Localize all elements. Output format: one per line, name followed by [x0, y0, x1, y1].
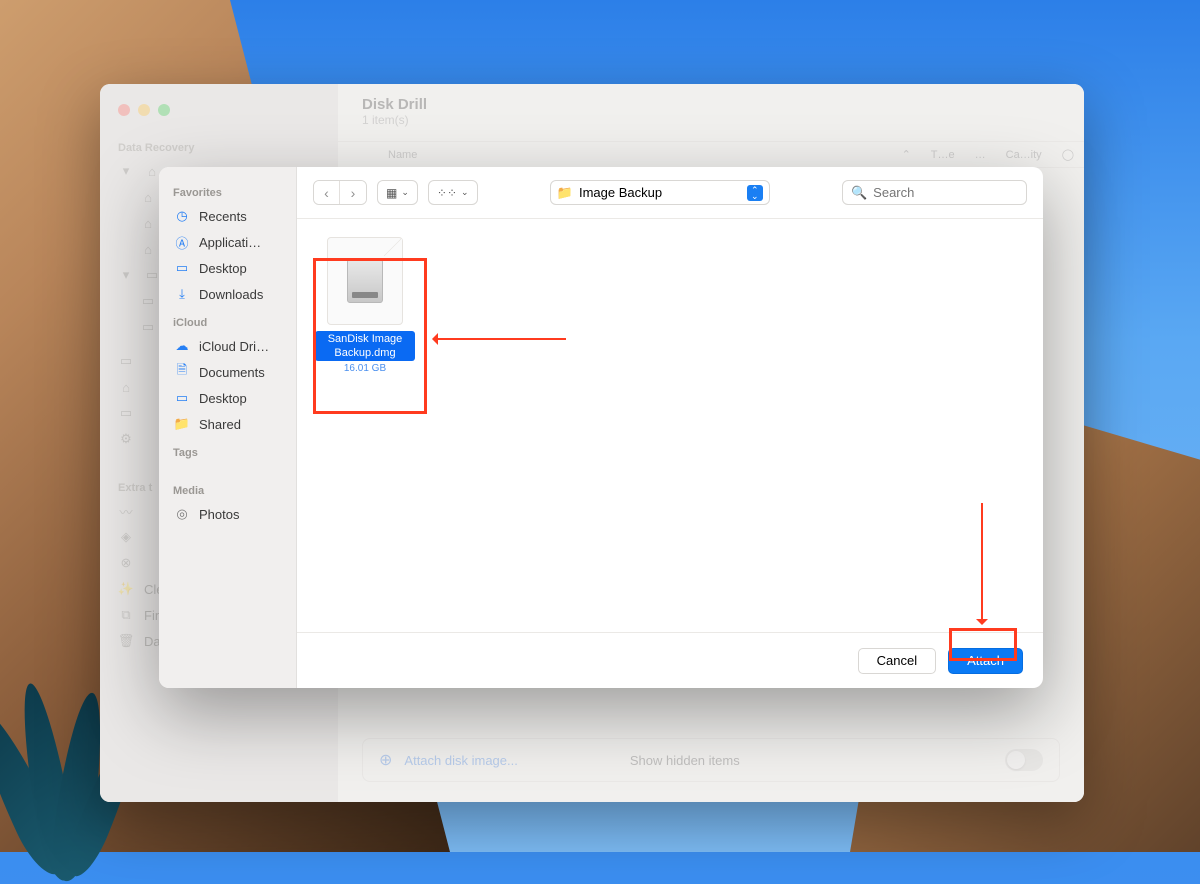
apps-icon: Ⓐ — [173, 233, 191, 251]
sidebar-item-desktop[interactable]: ▭Desktop — [159, 255, 296, 281]
search-input[interactable] — [873, 185, 1043, 200]
annotation-arrow-file — [436, 338, 566, 340]
search-icon: 🔍 — [851, 185, 867, 201]
dialog-sidebar: Favorites ◷Recents ⒶApplicati… ▭Desktop … — [159, 167, 297, 688]
document-icon: 🗎 — [173, 363, 191, 381]
shared-folder-icon: 📁 — [173, 415, 191, 433]
location-popup[interactable]: 📁 Image Backup ⌃⌄ — [550, 180, 770, 205]
sidebar-item-documents[interactable]: 🗎Documents — [159, 359, 296, 385]
file-open-dialog: Favorites ◷Recents ⒶApplicati… ▭Desktop … — [159, 167, 1043, 688]
sidebar-section-favorites: Favorites — [159, 177, 296, 203]
chevron-right-icon: › — [351, 185, 356, 201]
sidebar-item-downloads[interactable]: ⤓Downloads — [159, 281, 296, 307]
file-name: SanDisk Image Backup.dmg — [315, 331, 415, 361]
sidebar-item-applications[interactable]: ⒶApplicati… — [159, 229, 296, 255]
sidebar-section-tags: Tags — [159, 437, 296, 463]
sidebar-item-desktop2[interactable]: ▭Desktop — [159, 385, 296, 411]
file-item-sandisk-image-backup[interactable]: SanDisk Image Backup.dmg 16.01 GB — [315, 237, 415, 374]
updown-icon: ⌃⌄ — [747, 185, 763, 201]
forward-button[interactable]: › — [340, 181, 366, 204]
dialog-toolbar: ‹ › ▦⌄ ⁘⁘⌄ 📁 Image Backup ⌃⌄ 🔍 — [297, 167, 1043, 219]
sidebar-item-shared[interactable]: 📁Shared — [159, 411, 296, 437]
folder-icon: 📁 — [557, 185, 573, 201]
group-view-button[interactable]: ⁘⁘ ⌄ — [428, 180, 478, 205]
file-browser-content[interactable]: SanDisk Image Backup.dmg 16.01 GB — [297, 219, 1043, 632]
chevron-down-icon: ⌄ — [401, 187, 409, 198]
downloads-icon: ⤓ — [173, 285, 191, 303]
clock-icon: ◷ — [173, 207, 191, 225]
grid-icon: ▦ — [386, 186, 397, 200]
attach-button[interactable]: Attach — [948, 648, 1023, 674]
annotation-arrow-attach — [981, 503, 983, 621]
location-label: Image Backup — [579, 185, 662, 200]
icon-view-button[interactable]: ▦⌄ — [377, 180, 418, 205]
back-button[interactable]: ‹ — [314, 181, 340, 204]
sidebar-item-recents[interactable]: ◷Recents — [159, 203, 296, 229]
nav-buttons: ‹ › — [313, 180, 367, 205]
sidebar-item-icloud-drive[interactable]: ☁iCloud Dri… — [159, 333, 296, 359]
file-size: 16.01 GB — [315, 363, 415, 374]
sidebar-section-media: Media — [159, 475, 296, 501]
chevron-left-icon: ‹ — [324, 185, 329, 201]
cloud-icon: ☁ — [173, 337, 191, 355]
desktop-icon: ▭ — [173, 259, 191, 277]
cancel-button[interactable]: Cancel — [858, 648, 936, 674]
sidebar-section-icloud: iCloud — [159, 307, 296, 333]
photos-icon: ◎ — [173, 505, 191, 523]
dialog-footer: Cancel Attach — [297, 632, 1043, 688]
sidebar-item-photos[interactable]: ◎Photos — [159, 501, 296, 527]
chevron-down-icon: ⌄ — [461, 187, 469, 198]
desktop-icon: ▭ — [173, 389, 191, 407]
dmg-file-icon — [327, 237, 403, 325]
grid-small-icon: ⁘⁘ — [437, 186, 457, 200]
